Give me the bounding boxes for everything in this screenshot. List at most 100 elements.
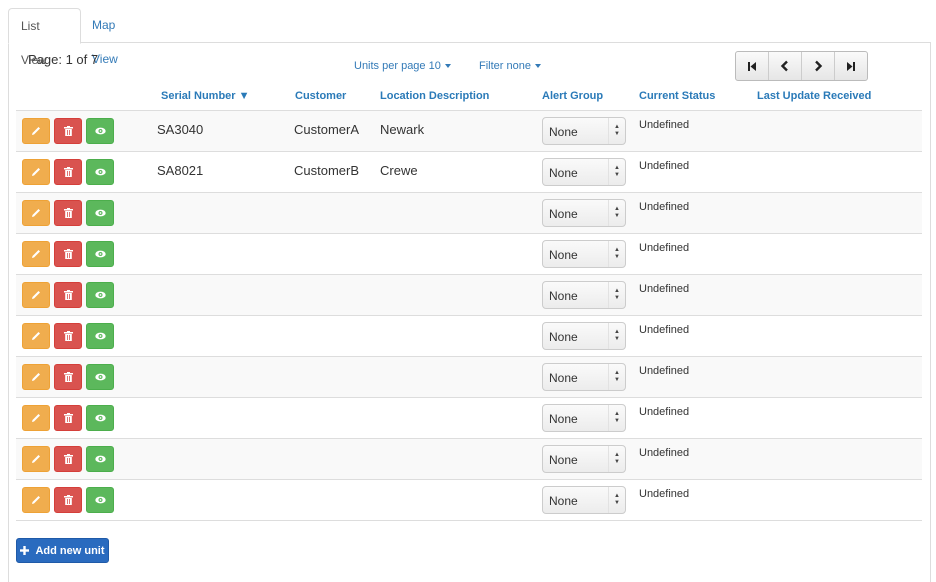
previous-page-icon (780, 60, 788, 72)
alert-group-select[interactable]: None ▲ ▼ (542, 158, 626, 186)
delete-button[interactable] (54, 118, 82, 144)
add-new-unit-button[interactable]: Add new unit (16, 538, 109, 563)
select-arrows-icon: ▲ ▼ (608, 405, 625, 431)
alert-group-value: None (549, 248, 578, 262)
alert-group-select[interactable]: None ▲ ▼ (542, 486, 626, 514)
table-row: None ▲ ▼ Undefined (16, 316, 922, 357)
previous-page-button[interactable] (769, 52, 802, 80)
delete-button[interactable] (54, 446, 82, 472)
table-row: None ▲ ▼ Undefined (16, 398, 922, 439)
view-button[interactable] (86, 364, 114, 390)
view-button[interactable] (86, 200, 114, 226)
view-button[interactable] (86, 487, 114, 513)
pencil-icon (32, 332, 40, 340)
edit-button[interactable] (22, 405, 50, 431)
alert-group-select[interactable]: None ▲ ▼ (542, 281, 626, 309)
trash-icon (63, 126, 73, 136)
next-page-icon (815, 60, 823, 72)
header-last-update-received[interactable]: Last Update Received (757, 90, 871, 102)
delete-button[interactable] (54, 405, 82, 431)
tab-list-view[interactable]: List View (8, 8, 81, 67)
trash-icon (63, 249, 73, 259)
trash-icon (63, 290, 73, 300)
alert-group-select[interactable]: None ▲ ▼ (542, 363, 626, 391)
delete-button[interactable] (54, 323, 82, 349)
edit-button[interactable] (22, 200, 50, 226)
caret-down-icon (534, 64, 541, 69)
alert-group-value: None (549, 453, 578, 467)
alert-group-select[interactable]: None ▲ ▼ (542, 240, 626, 268)
header-location-description[interactable]: Location Description (380, 90, 489, 102)
view-button[interactable] (86, 446, 114, 472)
select-arrows-icon: ▲ ▼ (608, 364, 625, 390)
first-page-icon (748, 61, 756, 71)
alert-group-value: None (549, 207, 578, 221)
edit-button[interactable] (22, 487, 50, 513)
edit-button[interactable] (22, 323, 50, 349)
last-page-button[interactable] (835, 52, 867, 80)
current-status-cell: Undefined (639, 242, 690, 254)
select-arrows-icon: ▲ ▼ (608, 282, 625, 308)
edit-button[interactable] (22, 446, 50, 472)
delete-button[interactable] (54, 364, 82, 390)
current-status-cell: Undefined (639, 160, 690, 172)
view-button[interactable] (86, 405, 114, 431)
alert-group-value: None (549, 371, 578, 385)
pencil-icon (32, 250, 40, 258)
pencil-icon (32, 127, 40, 135)
caret-down-icon (444, 64, 451, 69)
delete-button[interactable] (54, 200, 82, 226)
eye-icon (94, 332, 106, 340)
eye-icon (94, 168, 106, 176)
alert-group-select[interactable]: None ▲ ▼ (542, 445, 626, 473)
select-arrows-icon: ▲ ▼ (608, 241, 625, 267)
current-status-cell: Undefined (639, 201, 690, 213)
filter-dropdown[interactable]: Filter none (479, 60, 541, 72)
edit-button[interactable] (22, 159, 50, 185)
header-customer[interactable]: Customer (295, 90, 346, 102)
view-button[interactable] (86, 159, 114, 185)
current-status-cell: Undefined (639, 119, 690, 131)
alert-group-value: None (549, 412, 578, 426)
eye-icon (94, 496, 106, 504)
edit-button[interactable] (22, 118, 50, 144)
view-button[interactable] (86, 323, 114, 349)
delete-button[interactable] (54, 487, 82, 513)
header-serial-number[interactable]: Serial Number ▼ (161, 90, 250, 102)
units-per-page-dropdown[interactable]: Units per page 10 (354, 60, 451, 72)
alert-group-select[interactable]: None ▲ ▼ (542, 404, 626, 432)
edit-button[interactable] (22, 241, 50, 267)
alert-group-value: None (549, 494, 578, 508)
view-button[interactable] (86, 118, 114, 144)
eye-icon (94, 414, 106, 422)
table-row: None ▲ ▼ Undefined (16, 193, 922, 234)
current-status-cell: Undefined (639, 324, 690, 336)
table-row: SA3040 CustomerA Newark None ▲ ▼ Undefined (16, 111, 922, 152)
plus-icon (20, 546, 30, 555)
pencil-icon (32, 209, 40, 217)
delete-button[interactable] (54, 159, 82, 185)
tab-map-view[interactable]: Map View (80, 8, 130, 66)
alert-group-select[interactable]: None ▲ ▼ (542, 322, 626, 350)
alert-group-value: None (549, 166, 578, 180)
first-page-button[interactable] (736, 52, 769, 80)
add-new-unit-label: Add new unit (35, 544, 105, 557)
edit-button[interactable] (22, 364, 50, 390)
select-arrows-icon: ▲ ▼ (608, 200, 625, 226)
next-page-button[interactable] (802, 52, 835, 80)
alert-group-select[interactable]: None ▲ ▼ (542, 117, 626, 145)
alert-group-value: None (549, 289, 578, 303)
delete-button[interactable] (54, 282, 82, 308)
header-current-status[interactable]: Current Status (639, 90, 715, 102)
pager (735, 51, 868, 81)
edit-button[interactable] (22, 282, 50, 308)
alert-group-select[interactable]: None ▲ ▼ (542, 199, 626, 227)
delete-button[interactable] (54, 241, 82, 267)
serial-number-cell: SA8021 (157, 163, 204, 178)
pencil-icon (32, 168, 40, 176)
current-status-cell: Undefined (639, 406, 690, 418)
serial-number-cell: SA3040 (157, 122, 204, 137)
view-button[interactable] (86, 282, 114, 308)
header-alert-group[interactable]: Alert Group (542, 90, 603, 102)
view-button[interactable] (86, 241, 114, 267)
